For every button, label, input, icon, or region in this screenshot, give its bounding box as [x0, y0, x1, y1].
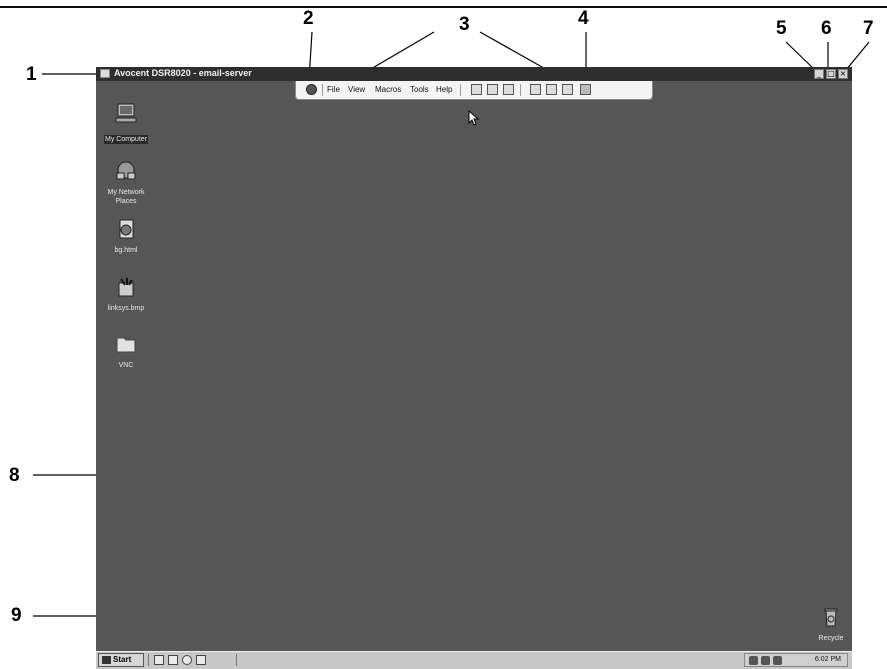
menu-macros[interactable]: Macros [375, 85, 401, 94]
desktop-icon-my-computer[interactable]: My Computer [98, 103, 154, 146]
window-app-icon [100, 69, 110, 78]
toolbar-divider [460, 84, 461, 96]
single-cursor-icon[interactable] [487, 84, 498, 95]
video-settings-icon[interactable] [546, 84, 557, 95]
speaker-tray-icon[interactable] [749, 656, 758, 665]
desktop-icon-linksys-bmp[interactable]: linksys.bmp [98, 277, 154, 313]
desktop-icon-recycle-bin[interactable]: Recycle [808, 607, 854, 643]
desktop-icon-label: bg.html [114, 247, 138, 254]
desktop-icon-vnc-folder[interactable]: VNC [98, 334, 154, 370]
menu-view[interactable]: View [348, 85, 365, 94]
taskbar-clock[interactable]: 6:02 PM [815, 656, 841, 663]
bitmap-file-icon [118, 278, 134, 297]
toolbar-divider [520, 84, 521, 96]
menu-tools[interactable]: Tools [410, 85, 429, 94]
desktop-icon-label: My Network Places [107, 189, 145, 205]
menu-help[interactable]: Help [436, 85, 452, 94]
leader-line-5 [785, 41, 816, 71]
desktop-icon-label: VNC [118, 362, 134, 369]
remote-session-window: Avocent DSR8020 - email-server _ □ × Fil… [96, 67, 854, 669]
security-tray-icon[interactable] [773, 656, 782, 665]
desktop-icon-label: My Computer [103, 135, 148, 144]
network-tray-icon[interactable] [761, 656, 770, 665]
explorer-icon[interactable] [168, 655, 178, 665]
computer-icon [115, 103, 137, 123]
menu-file[interactable]: File [327, 85, 340, 94]
html-file-icon [119, 219, 134, 239]
recycle-bin-icon [824, 608, 838, 627]
scaling-icon[interactable] [530, 84, 541, 95]
refresh-icon[interactable] [503, 84, 514, 95]
leader-line-7 [845, 41, 870, 71]
window-title: Avocent DSR8020 - email-server [114, 68, 252, 78]
keyboard-icon[interactable] [562, 84, 573, 95]
taskbar: Start 6:02 PM [96, 651, 852, 669]
maximize-button[interactable]: □ [826, 69, 836, 79]
network-places-icon [116, 161, 136, 180]
viewer-logo-icon[interactable] [306, 84, 317, 95]
viewer-toolbar: File View Macros Tools Help [295, 81, 653, 100]
toolbar-divider [322, 84, 323, 96]
connection-icon[interactable] [471, 84, 482, 95]
title-bar[interactable]: Avocent DSR8020 - email-server _ □ × [96, 67, 852, 81]
desktop-icon-bg-html[interactable]: bg.html [98, 219, 154, 255]
folder-icon [116, 337, 136, 353]
taskbar-divider [148, 654, 149, 666]
start-button[interactable]: Start [98, 653, 144, 667]
close-button[interactable]: × [838, 69, 848, 79]
start-label: Start [113, 655, 132, 664]
desktop-icon-label: Recycle [818, 635, 844, 642]
internet-explorer-icon[interactable] [182, 655, 192, 665]
mouse-pointer-icon [468, 110, 480, 126]
network-icon[interactable] [196, 655, 206, 665]
desktop-icon-network-places[interactable]: My Network Places [98, 161, 154, 206]
windows-flag-icon [102, 656, 111, 664]
desktop-icon-label: linksys.bmp [107, 305, 145, 312]
system-tray: 6:02 PM [744, 653, 848, 667]
minimize-button[interactable]: _ [814, 69, 824, 79]
show-desktop-icon[interactable] [154, 655, 164, 665]
taskbar-divider [236, 654, 237, 666]
pin-icon[interactable] [580, 84, 591, 95]
